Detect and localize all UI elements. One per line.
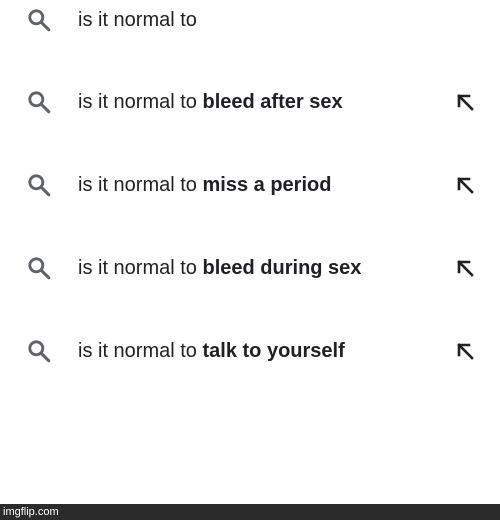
arrow-up-left-icon[interactable] <box>453 173 477 197</box>
suggestion-prefix: is it normal to <box>78 340 197 362</box>
search-icon <box>28 9 51 32</box>
search-icon <box>28 174 51 197</box>
suggestion-completion: bleed after sex <box>202 91 343 113</box>
suggestion-prefix: is it normal to <box>78 257 197 279</box>
search-query-text[interactable]: is it normal to <box>78 0 197 40</box>
arrow-up-left-icon[interactable] <box>453 90 477 114</box>
watermark-text: imgflip.com <box>3 506 59 518</box>
arrow-up-left-icon[interactable] <box>453 256 477 280</box>
suggestion-item[interactable]: is it normal to talk to yourself <box>0 331 500 371</box>
suggestion-completion: bleed during sex <box>202 257 362 279</box>
suggestion-text[interactable]: is it normal to miss a period <box>78 165 331 205</box>
suggestion-item[interactable]: is it normal to bleed after sex <box>0 82 500 122</box>
search-query-row[interactable]: is it normal to <box>0 0 500 40</box>
suggestion-text[interactable]: is it normal to bleed after sex <box>78 82 343 122</box>
search-icon <box>28 340 51 363</box>
search-icon <box>28 257 51 280</box>
suggestion-prefix: is it normal to <box>78 91 197 113</box>
suggestion-prefix: is it normal to <box>78 174 197 196</box>
search-icon <box>28 91 51 114</box>
arrow-up-left-icon[interactable] <box>453 339 477 363</box>
suggestion-completion: miss a period <box>202 174 332 196</box>
watermark-bar: imgflip.com <box>0 504 500 520</box>
suggestion-item[interactable]: is it normal to miss a period <box>0 165 500 205</box>
suggestion-item[interactable]: is it normal to bleed during sex <box>0 248 500 288</box>
suggestion-text[interactable]: is it normal to bleed during sex <box>78 248 361 288</box>
suggestion-text[interactable]: is it normal to talk to yourself <box>78 331 345 371</box>
suggestion-completion: talk to yourself <box>202 340 345 362</box>
